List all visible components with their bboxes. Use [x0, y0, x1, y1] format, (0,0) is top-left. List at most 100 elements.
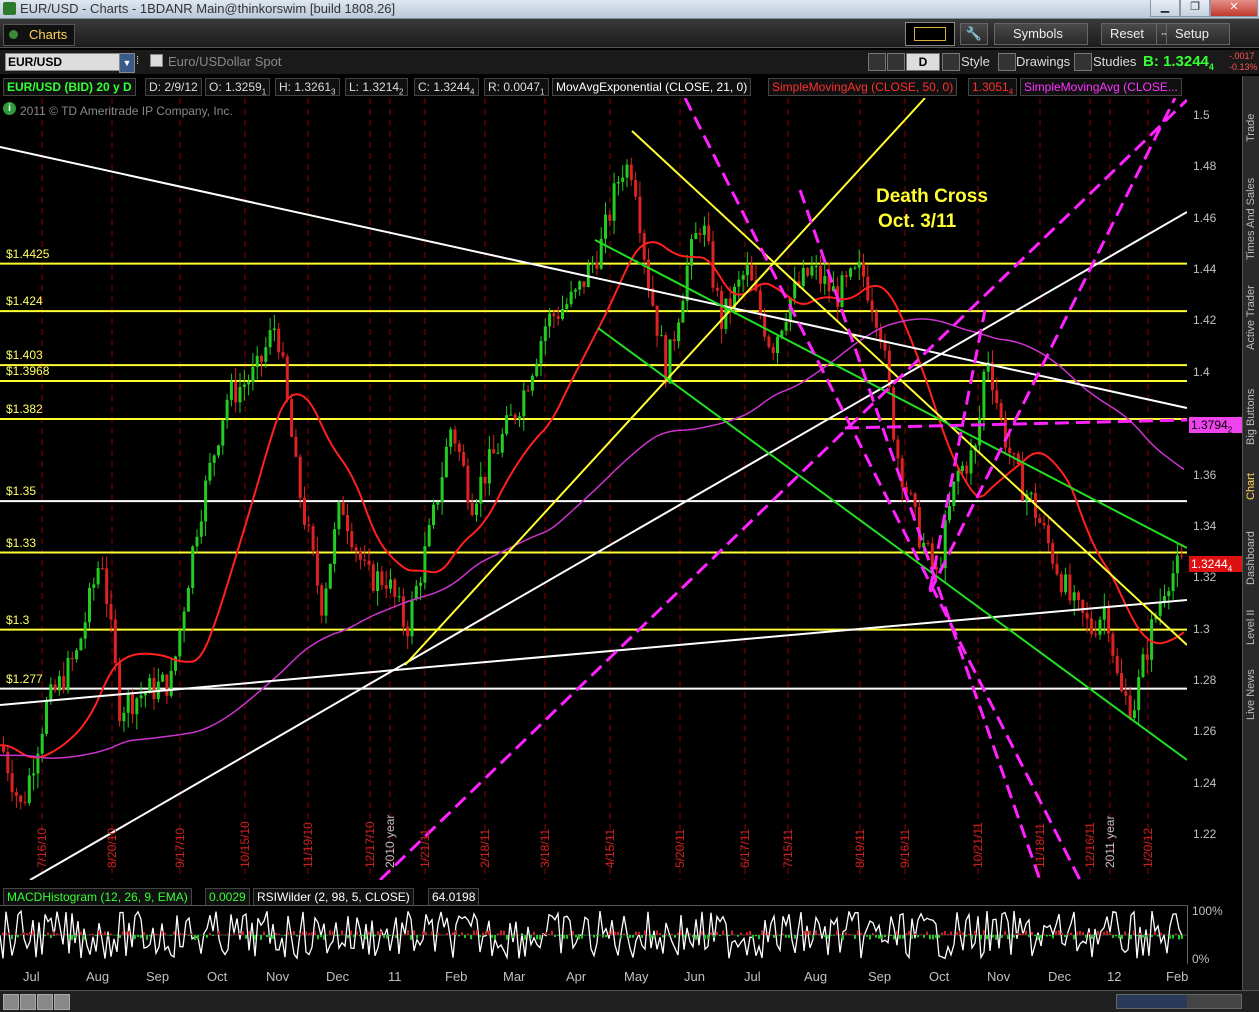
macd-bar	[617, 932, 619, 935]
minimize-button[interactable]: ▁	[1150, 0, 1180, 17]
symbol-input[interactable]: EUR/USD	[5, 53, 121, 71]
candle-body	[445, 447, 448, 477]
studies-icon[interactable]	[1074, 53, 1092, 71]
side-tab[interactable]: Trade	[1245, 82, 1257, 142]
symbols-button[interactable]: Symbols	[994, 23, 1088, 45]
link-box[interactable]	[905, 22, 955, 46]
style-icon[interactable]	[942, 53, 960, 71]
side-tab[interactable]: Times And Sales	[1245, 145, 1257, 260]
header-ema-study[interactable]: MovAvgExponential (CLOSE, 21, 0)	[552, 78, 751, 96]
macd-bar	[143, 932, 145, 935]
period-button[interactable]: D	[906, 53, 940, 71]
zoom-out-icon[interactable]	[20, 994, 36, 1010]
studies-menu[interactable]: Studies	[1093, 54, 1136, 69]
side-tab[interactable]: Dashboard	[1245, 505, 1257, 585]
price-chart-panel[interactable]: 7/16/108/20/109/17/1010/15/1011/19/1012/…	[0, 98, 1188, 880]
horizontal-scrollbar[interactable]	[1116, 994, 1242, 1009]
candle-body	[230, 382, 233, 400]
drawing-tool-1[interactable]	[868, 53, 886, 71]
macd-bar	[839, 934, 841, 935]
macd-bar	[866, 935, 868, 937]
candle-body	[1129, 696, 1132, 718]
price-axis[interactable]: 1.51.481.461.441.421.41.381.361.341.321.…	[1187, 98, 1242, 880]
candle-body	[368, 561, 371, 565]
lower-study-panel[interactable]	[0, 905, 1188, 964]
macd-bar	[1043, 934, 1045, 935]
symbol-info-icon[interactable]	[150, 54, 163, 67]
drawings-menu[interactable]: Drawings	[1016, 54, 1070, 69]
candle-body	[819, 266, 822, 284]
macd-bar	[1145, 935, 1147, 937]
candle-body	[927, 543, 930, 544]
info-icon[interactable]: i	[3, 102, 16, 115]
style-menu[interactable]: Style	[961, 54, 990, 69]
month-label: Apr	[566, 969, 586, 984]
macd-bar	[1070, 933, 1072, 935]
macd-bar	[440, 934, 442, 935]
macd-bar	[422, 931, 424, 935]
macd-bar	[389, 935, 391, 936]
price-axis-tick: 1.5	[1193, 108, 1210, 122]
macd-bar	[965, 935, 967, 937]
macd-bar	[968, 934, 970, 935]
header-range-sub: 1	[540, 87, 544, 96]
candle-body	[948, 506, 951, 520]
macd-bar	[929, 935, 931, 939]
macd-study-label[interactable]: MACDHistogram (12, 26, 9, EMA)	[3, 888, 192, 906]
candle-body	[583, 281, 586, 287]
candle-body	[720, 291, 723, 329]
candle-body	[617, 182, 620, 183]
sma50-value: 1.3051	[972, 80, 1009, 94]
candle-body	[277, 329, 280, 353]
side-tab[interactable]: Big Buttons	[1245, 355, 1257, 445]
candle-body	[703, 226, 706, 235]
drawings-icon[interactable]	[998, 53, 1016, 71]
side-tab[interactable]: Chart	[1245, 450, 1257, 500]
scrollbar-thumb[interactable]	[1117, 995, 1187, 1008]
candle-body	[767, 337, 770, 347]
side-tab[interactable]: Active Trader	[1245, 265, 1257, 350]
candle-body	[544, 326, 547, 341]
candle-body	[1137, 677, 1140, 710]
reset-button[interactable]: Reset	[1101, 23, 1163, 45]
sma50-sub: 4	[1009, 87, 1013, 96]
side-tab[interactable]: Level II	[1245, 590, 1257, 645]
time-axis[interactable]: JulAugSepOctNovDec11FebMarAprMayJunJulAu…	[0, 963, 1187, 989]
candle-body	[264, 347, 267, 362]
drawing-tool-2[interactable]	[887, 53, 905, 71]
charts-tab[interactable]: Charts	[3, 24, 75, 46]
header-sma50-study[interactable]: SimpleMovingAvg (CLOSE, 50, 0)	[768, 78, 957, 96]
macd-bar	[578, 935, 580, 939]
candle-body	[15, 792, 18, 796]
macd-bar	[227, 934, 229, 935]
wrench-button[interactable]: 🔧	[960, 23, 988, 45]
side-tab[interactable]: Live News	[1245, 650, 1257, 720]
close-button[interactable]: ✕	[1210, 0, 1258, 17]
macd-bar	[1175, 933, 1177, 935]
zoom-in-icon[interactable]	[3, 994, 19, 1010]
price-axis-tick: 1.42	[1193, 313, 1216, 327]
date-marker-label: 2/18/11	[478, 829, 492, 868]
macd-bar	[542, 934, 544, 935]
symbol-dropdown-button[interactable]: ▼	[119, 53, 135, 73]
macd-bar	[557, 935, 559, 936]
setup-button[interactable]: Setup	[1166, 23, 1230, 45]
maximize-button[interactable]: ❐	[1180, 0, 1210, 17]
macd-bar	[668, 935, 670, 936]
pan-hand-icon[interactable]	[54, 994, 70, 1010]
candle-body	[303, 498, 306, 525]
header-sma200-study[interactable]: SimpleMovingAvg (CLOSE...	[1020, 78, 1182, 96]
zoom-fit-icon[interactable]	[37, 994, 53, 1010]
candle-body	[995, 390, 998, 403]
macd-bar	[1124, 931, 1126, 935]
macd-bar	[251, 935, 253, 936]
candle-body	[131, 694, 134, 714]
symbol-options-icon[interactable]: ⁞	[136, 55, 139, 67]
price-axis-tick: 1.4	[1193, 365, 1210, 379]
macd-bar	[83, 935, 85, 940]
macd-bar	[1019, 933, 1021, 935]
macd-bar	[1028, 935, 1030, 937]
macd-bar	[1103, 932, 1105, 935]
rsi-study-label[interactable]: RSIWilder (2, 98, 5, CLOSE)	[253, 888, 414, 906]
macd-bar	[671, 934, 673, 935]
